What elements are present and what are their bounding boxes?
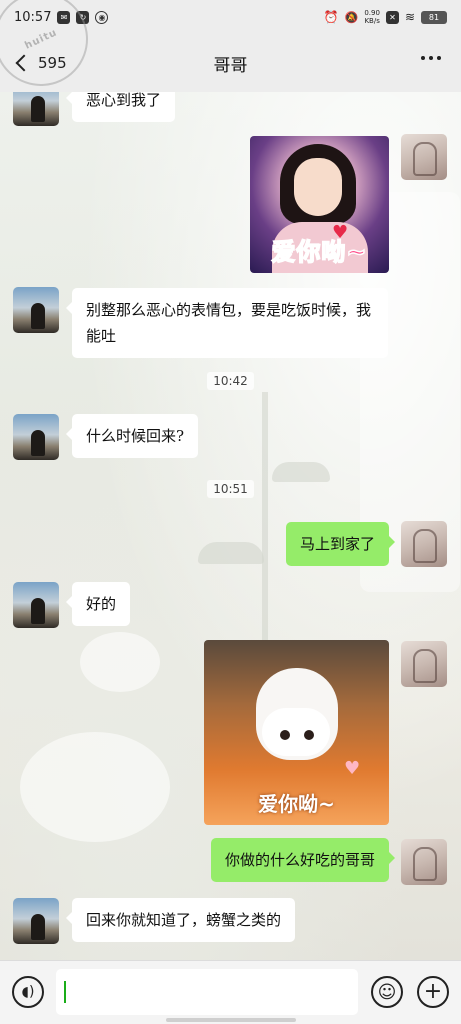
my-avatar[interactable] — [401, 839, 447, 885]
contact-avatar[interactable] — [13, 582, 59, 628]
message-list[interactable]: 恶心到我了 ♥ 爱你呦~ 别整那么恶心的表情包，要是吃饭时候，我能吐 10:42… — [0, 92, 461, 960]
message-bubble-received[interactable]: 好的 — [65, 582, 131, 626]
message-input[interactable] — [56, 969, 358, 1015]
sticker-caption: 爱你呦~ — [271, 237, 368, 267]
chat-header: 595 哥哥 — [0, 34, 461, 92]
message-bubble-received[interactable]: 什么时候回来? — [65, 414, 199, 458]
no-sim-icon: ✕ — [385, 10, 399, 24]
message-timestamp: 10:42 — [0, 372, 461, 390]
timestamp-text: 10:51 — [207, 480, 254, 498]
sticker-girl-face — [294, 158, 342, 216]
mute-icon: 🔕 — [344, 10, 359, 24]
message-bubble-received[interactable]: 回来你就知道了，螃蟹之类的 — [65, 898, 296, 942]
emoji-icon: ☺ — [377, 981, 397, 1003]
wifi-icon: ≋ — [404, 10, 415, 24]
plus-icon: + — [423, 979, 443, 1004]
my-avatar[interactable] — [401, 521, 447, 567]
more-icon-dot — [437, 56, 441, 60]
unread-count: 595 — [38, 54, 67, 72]
message-bubble-sent[interactable]: 马上到家了 — [285, 522, 396, 566]
contact-avatar[interactable] — [13, 287, 59, 333]
contact-avatar[interactable] — [13, 414, 59, 460]
home-indicator — [166, 1018, 296, 1022]
my-avatar[interactable] — [401, 134, 447, 180]
status-bar: 10:57 ✉ ↻ ◉ ⏰ 🔕 0.90 KB/s ✕ ≋ 81 — [0, 0, 461, 34]
more-button[interactable] — [421, 56, 441, 60]
sticker-cat-face — [262, 708, 330, 756]
chevron-left-icon — [15, 54, 33, 72]
app-notification-icon: ↻ — [76, 10, 90, 24]
message-timestamp: 10:51 — [0, 480, 461, 498]
status-time: 10:57 — [14, 9, 52, 25]
message-bubble-sent[interactable]: 你做的什么好吃的哥哥 — [210, 838, 396, 882]
message-bubble-received[interactable]: 恶心到我了 — [65, 92, 176, 122]
network-speed-unit: KB/s — [364, 17, 380, 25]
network-speed: 0.90 KB/s — [364, 9, 380, 25]
sticker-message-sent[interactable]: ♥ 爱你呦~ — [250, 136, 389, 273]
emoji-button[interactable]: ☺ — [371, 976, 403, 1008]
sticker-caption: 爱你呦~ — [258, 792, 335, 816]
text-caret — [64, 981, 66, 1003]
input-bar: ◖) ☺ + — [0, 960, 461, 1024]
contact-avatar[interactable] — [13, 898, 59, 944]
my-avatar[interactable] — [401, 641, 447, 687]
heart-icon: ♥ — [344, 758, 361, 779]
back-button[interactable]: 595 — [14, 34, 67, 92]
network-speed-value: 0.90 — [364, 9, 380, 17]
more-icon-dot — [429, 56, 433, 60]
sticker-cat-eye — [280, 730, 290, 740]
sticker-message-sent[interactable]: ♥ 爱你呦~ — [204, 640, 389, 825]
timestamp-text: 10:42 — [207, 372, 254, 390]
plus-button[interactable]: + — [417, 976, 449, 1008]
baidu-notification-icon: ◉ — [95, 10, 109, 24]
more-icon-dot — [421, 56, 425, 60]
sticker-cat-eye — [304, 730, 314, 740]
message-notification-icon: ✉ — [57, 10, 71, 24]
contact-avatar[interactable] — [13, 92, 59, 126]
battery-icon: 81 — [421, 10, 447, 24]
alarm-icon: ⏰ — [323, 10, 339, 24]
message-bubble-received[interactable]: 别整那么恶心的表情包，要是吃饭时候，我能吐 — [66, 288, 388, 358]
chat-title: 哥哥 — [213, 55, 248, 76]
voice-button[interactable]: ◖) — [12, 976, 44, 1008]
voice-icon: ◖) — [21, 984, 35, 1000]
